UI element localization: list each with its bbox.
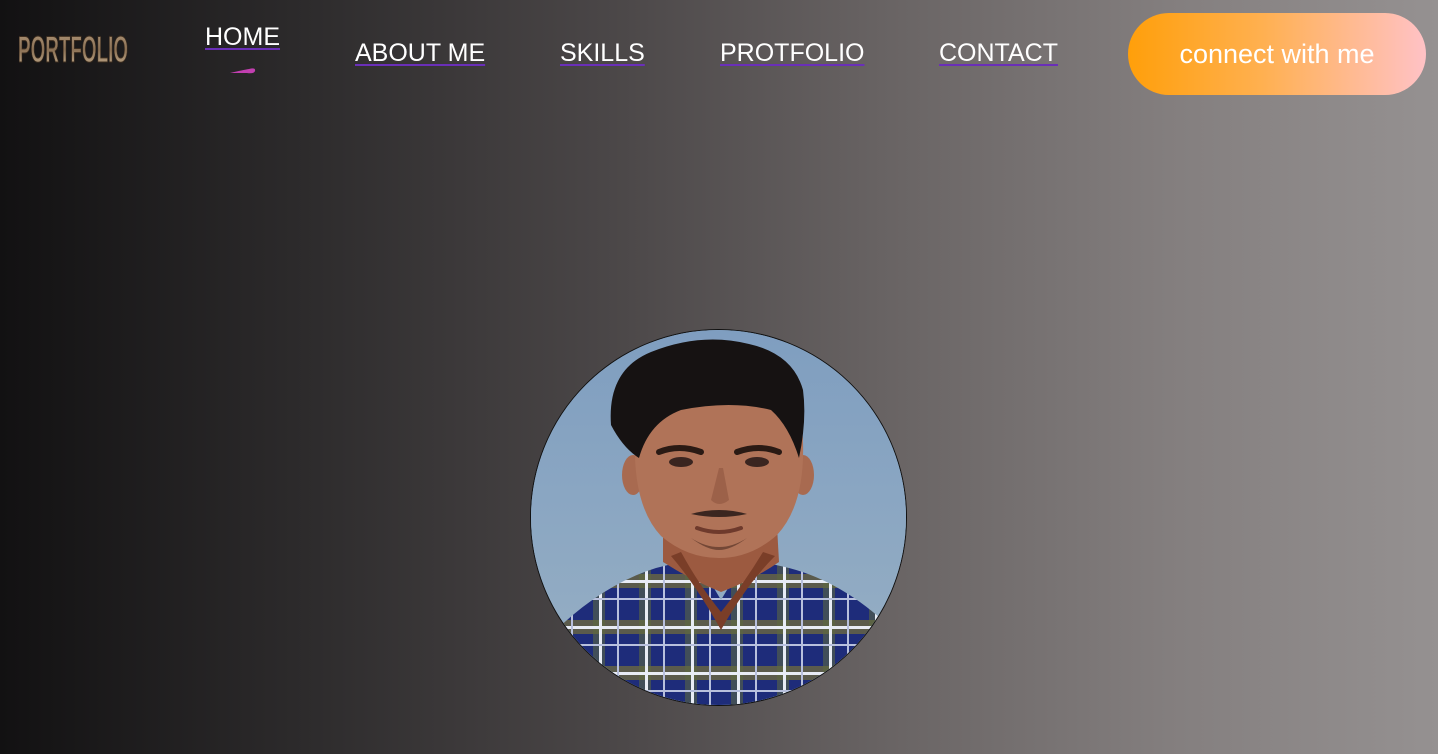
portfolio-logo[interactable]: PORTFOLIO	[17, 24, 130, 74]
nav-home[interactable]: HOME	[205, 25, 280, 50]
nav-skills[interactable]: SKILLS	[560, 41, 645, 66]
nav-contact[interactable]: CONTACT	[939, 41, 1058, 66]
nav-about-me[interactable]: ABOUT ME	[355, 41, 485, 66]
profile-photo	[530, 329, 907, 706]
active-indicator-icon	[230, 68, 256, 74]
connect-with-me-button[interactable]: connect with me	[1128, 13, 1426, 95]
nav-portfolio[interactable]: PROTFOLIO	[720, 41, 864, 66]
logo-text: PORTFOLIO	[18, 29, 128, 70]
